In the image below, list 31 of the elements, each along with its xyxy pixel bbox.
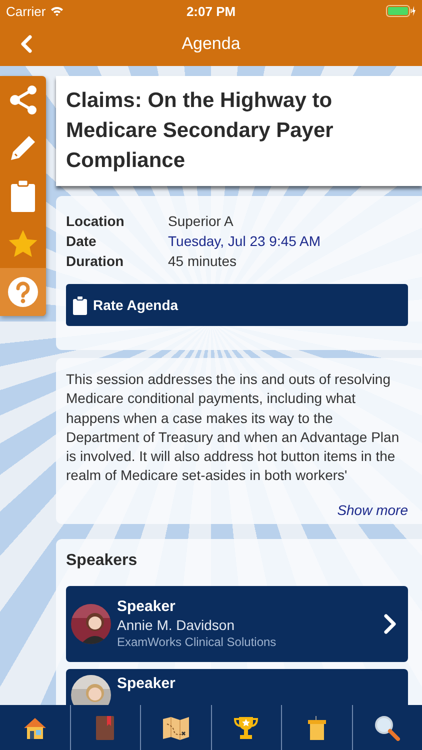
- wifi-icon: [50, 6, 64, 16]
- speaker-name: Annie M. Davidson: [117, 617, 236, 634]
- detail-value: 45 minutes: [168, 253, 236, 269]
- nav-title: Agenda: [180, 34, 242, 54]
- chevron-icon: [384, 614, 396, 634]
- detail-value: Superior A: [168, 213, 234, 229]
- speaker-row[interactable]: Speaker: [66, 668, 408, 705]
- speaker-organization: ExamWorks Clinical Solutions: [117, 635, 278, 650]
- speaker-row[interactable]: Speaker Annie M. Davidson ExamWorks Clinical Solutions: [66, 586, 408, 662]
- share-icon: [7, 84, 39, 116]
- session-description: This session addresses the ins and outs of resolving Medicare conditional payments, including what happens when a case makes its way to the Department of Treasury and when an Advantage Plan is involved. It will also address hot button items in the realm of Medicare set-asides in both workers': [66, 370, 400, 486]
- rate-agenda-button[interactable]: Rate Agenda: [66, 284, 408, 326]
- help-icon: [7, 276, 39, 308]
- carrier-label: Carrier: [6, 4, 46, 18]
- speaker-role: Speaker: [117, 598, 176, 616]
- clipboard-icon: [10, 180, 36, 212]
- detail-link[interactable]: Tuesday, Jul 23 9:45 AM: [168, 233, 321, 249]
- speakers-heading: Speakers: [66, 550, 138, 571]
- show-more-link[interactable]: Show more: [66, 500, 408, 519]
- pencil-icon: [8, 133, 38, 163]
- detail-label: Duration: [66, 253, 125, 269]
- detail-label: Location: [66, 213, 126, 229]
- session-title: Claims: On the Highway to Medicare Secondary Payer Compliance: [66, 88, 334, 174]
- back-icon: [20, 35, 32, 53]
- speaker-role: Speaker: [117, 674, 176, 692]
- detail-label: Date: [66, 233, 98, 249]
- clock-time: 2:07 PM: [186, 4, 236, 18]
- star-icon: [7, 228, 39, 260]
- clipboard-icon: [73, 296, 87, 314]
- help-button[interactable]: [0, 268, 46, 316]
- battery-icon: [386, 5, 416, 17]
